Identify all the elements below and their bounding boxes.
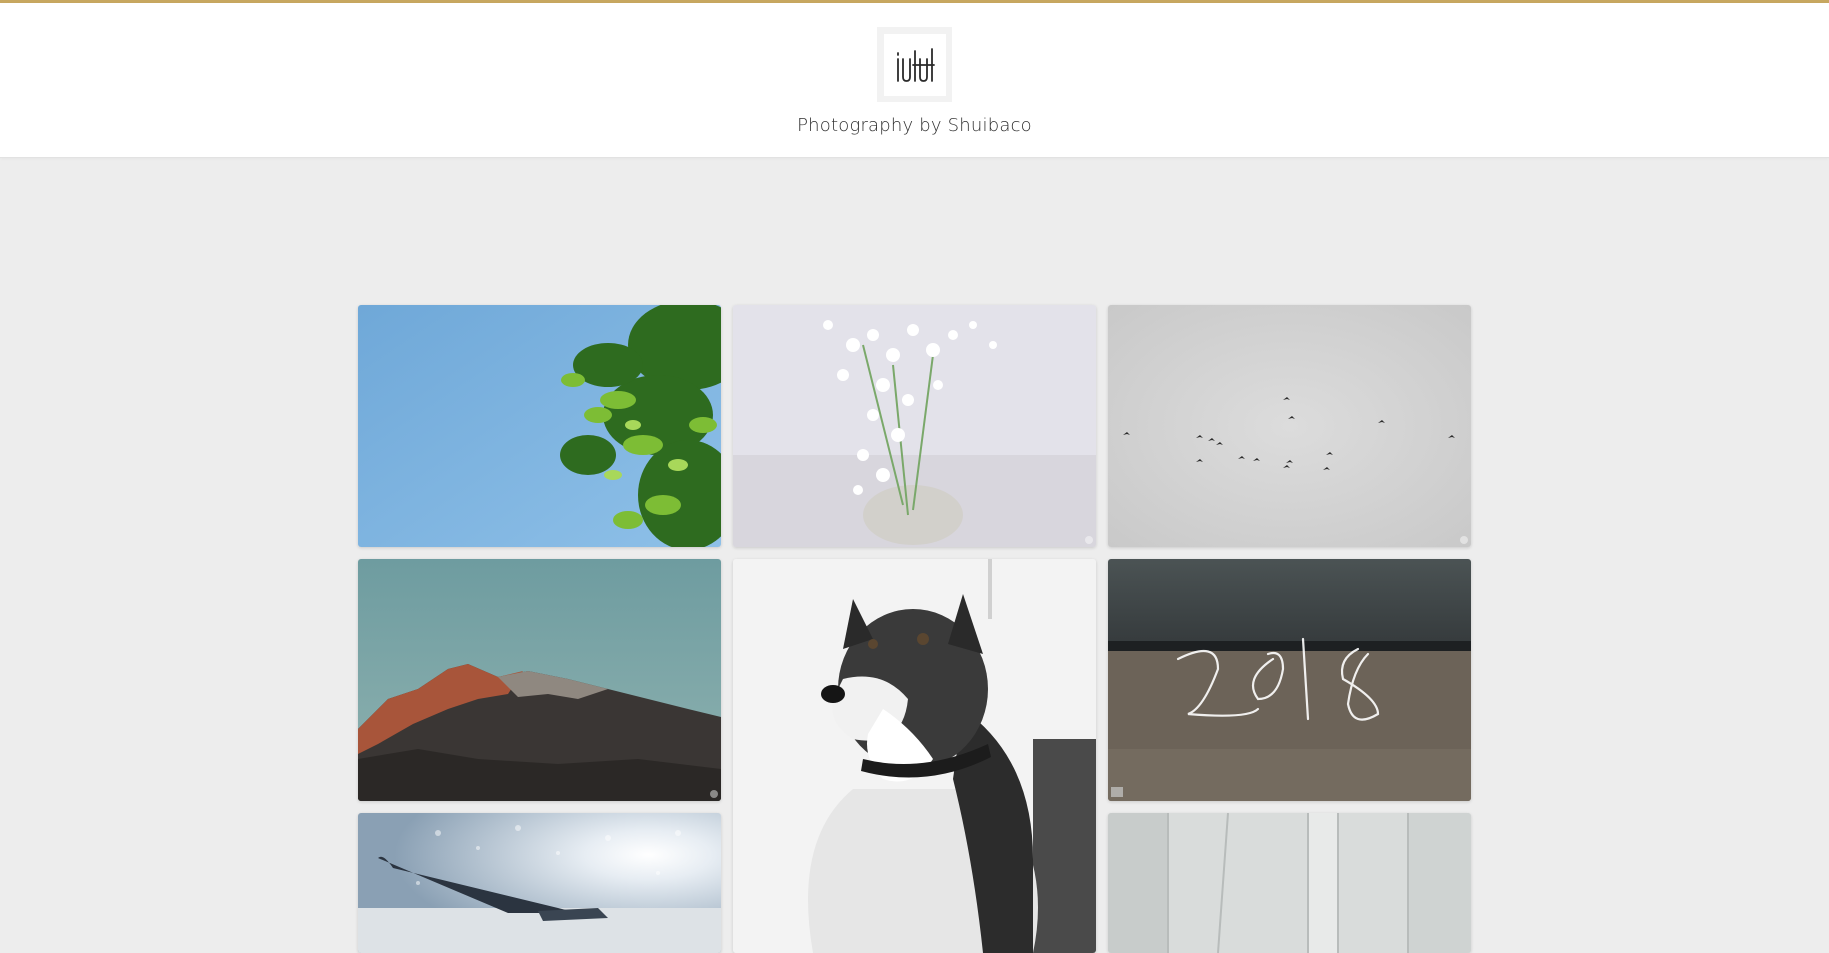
photo-white-flowers[interactable] <box>733 305 1096 547</box>
photo-mountain-sunset[interactable] <box>358 559 721 801</box>
photo-airplane-wing[interactable] <box>358 813 721 953</box>
logo-link[interactable] <box>877 27 952 102</box>
photo-2018-light-painting[interactable] <box>1108 559 1471 801</box>
photo-corner-dot <box>1460 536 1468 544</box>
photo-birds-grey-sky[interactable] <box>1108 305 1471 547</box>
shuibaco-logo-icon <box>883 33 946 96</box>
site-header: Photography by Shuibaco <box>0 3 1829 158</box>
photo-green-leaves-sky[interactable] <box>358 305 721 547</box>
photo-husky-dog-snow[interactable] <box>733 559 1096 953</box>
site-title: Photography by Shuibaco <box>797 115 1032 136</box>
photo-corner-dot <box>1085 536 1093 544</box>
photo-gallery <box>358 305 1472 953</box>
photo-glass-corridor[interactable] <box>1108 813 1471 953</box>
photo-corner-dot <box>710 790 718 798</box>
